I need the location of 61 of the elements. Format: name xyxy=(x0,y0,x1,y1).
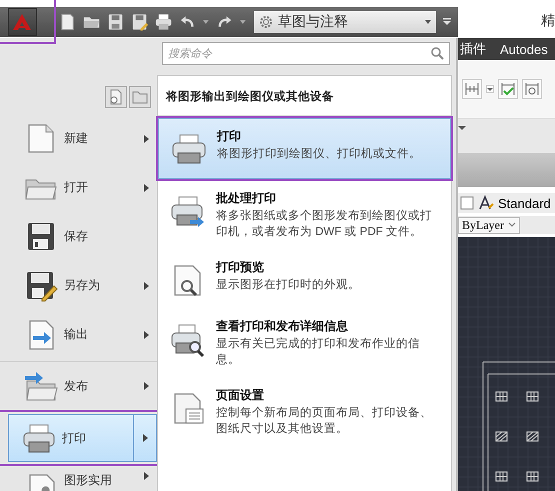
open-documents-button[interactable] xyxy=(129,86,151,108)
text-style-a-icon xyxy=(478,195,494,211)
item-title: 打印预览 xyxy=(216,259,265,276)
item-description: 显示图形在打印时的外观。 xyxy=(216,278,360,293)
item-title: 批处理打印 xyxy=(216,190,277,207)
folder-arrow-icon xyxy=(24,369,58,403)
menu-item[interactable]: 打印预览 显示图形在打印时的外观。 xyxy=(158,250,451,309)
dimension-icon xyxy=(462,79,482,99)
item-description: 将图形打印到绘图仪、打印机或文件。 xyxy=(217,146,421,162)
menu-item[interactable]: 打印 将图形打印到绘图仪、打印机或文件。 xyxy=(158,118,451,179)
item-title: 查看打印和发布详细信息 xyxy=(216,318,349,335)
dimension-check-icon xyxy=(498,79,518,99)
menu-item[interactable]: 输出 xyxy=(0,310,157,359)
text-style-icon xyxy=(460,196,474,210)
submenu-arrow-icon[interactable] xyxy=(143,184,149,192)
gear-icon xyxy=(258,14,274,30)
caret-icon xyxy=(424,18,432,26)
printer-icon[interactable] xyxy=(154,12,174,32)
submenu-arrow-icon[interactable] xyxy=(143,134,149,142)
triangle-logo-icon xyxy=(12,13,32,31)
menu-item[interactable]: 打印 xyxy=(8,414,157,462)
folder-icon xyxy=(132,89,148,105)
save-as-icon[interactable] xyxy=(130,12,150,32)
item-description: 显示有关已完成的打印和发布作业的信息。 xyxy=(216,336,421,368)
ribbon-tab[interactable]: 插件 xyxy=(460,40,486,58)
submenu-arrow-icon[interactable] xyxy=(143,472,149,480)
submenu-arrow-icon[interactable] xyxy=(143,282,149,290)
menu-item[interactable]: 批处理打印 将多张图纸或多个图形发布到绘图仪或打印机，或者发布为 DWF 或 PDF 文件。 xyxy=(158,181,451,250)
menu-item[interactable]: 图形实用 xyxy=(0,466,157,491)
item-description: 控制每个新布局的页面布局、打印设备、图纸尺寸以及其他设置。 xyxy=(216,405,433,437)
layer-dropdown[interactable]: ByLayer xyxy=(458,216,520,234)
printer-arrow-icon xyxy=(170,194,206,230)
caret-icon xyxy=(508,222,516,228)
panel-heading: 将图形输出到绘图仪或其他设备 xyxy=(158,76,451,116)
item-title: 打印 xyxy=(217,128,242,145)
menu-item[interactable]: 打开 xyxy=(0,163,157,212)
caret-icon[interactable] xyxy=(202,18,210,26)
document-clock-icon xyxy=(108,89,124,105)
search-field[interactable]: 搜索命令 xyxy=(162,42,450,65)
ribbon-tab[interactable]: Autodes xyxy=(500,42,548,56)
menu-item[interactable]: 页面设置 控制每个新布局的页面布局、打印设备、图纸尺寸以及其他设置。 xyxy=(158,378,451,447)
dimension-update-icon xyxy=(522,79,542,99)
highlight-frame xyxy=(0,0,56,44)
recent-documents-button[interactable] xyxy=(105,86,127,108)
submenu-arrow-icon[interactable] xyxy=(143,382,149,390)
caret-icon xyxy=(458,124,466,132)
caret-icon xyxy=(486,85,494,93)
submenu-arrow-icon[interactable] xyxy=(143,330,149,338)
item-title: 页面设置 xyxy=(216,387,265,404)
customize-menu-icon xyxy=(442,17,452,27)
menu-item[interactable]: 另存为 xyxy=(0,261,157,310)
menu-item[interactable]: 查看打印和发布详细信息 显示有关已完成的打印和发布作业的信息。 xyxy=(158,309,451,378)
menu-item[interactable]: 新建 xyxy=(0,114,157,163)
item-description: 将多张图纸或多个图形发布到绘图仪或打印机，或者发布为 DWF 或 PDF 文件。 xyxy=(216,208,433,240)
caret-icon[interactable] xyxy=(239,18,247,26)
printer-magnifier-icon xyxy=(170,322,206,358)
menu-item[interactable]: 发布 xyxy=(0,361,157,410)
window-title: 精 xyxy=(540,11,555,30)
workspace-dropdown[interactable]: 草图与注释 xyxy=(254,11,436,33)
menu-item[interactable]: 保存 xyxy=(0,212,157,261)
submenu-arrow-icon[interactable] xyxy=(142,434,148,442)
